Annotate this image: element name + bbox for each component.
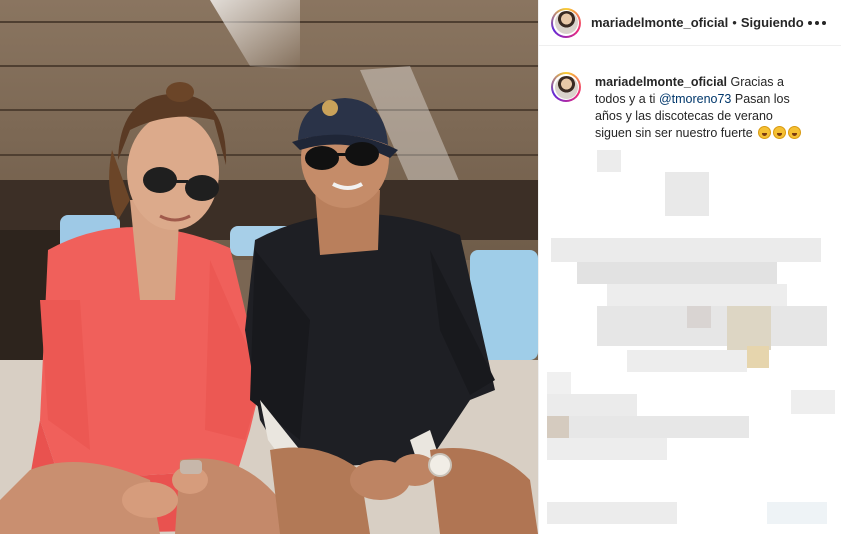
post-side-panel: mariadelmonte_oficial • Siguiendo mariad… xyxy=(538,0,841,534)
blur-block xyxy=(665,172,709,216)
profile-avatar[interactable] xyxy=(551,7,581,38)
dot-icon xyxy=(814,20,819,25)
avatar-image xyxy=(554,75,578,99)
blur-block xyxy=(607,284,787,306)
blur-block xyxy=(547,502,677,524)
caption-row: mariadelmonte_oficial Gracias a todos y … xyxy=(539,46,841,142)
blur-block xyxy=(577,262,777,284)
caption-mention[interactable]: @tmoreno73 xyxy=(659,92,731,106)
blur-block xyxy=(767,502,827,524)
pixelated-comments xyxy=(547,150,839,530)
blur-block xyxy=(547,372,571,394)
header-username[interactable]: mariadelmonte_oficial xyxy=(591,15,728,30)
photo-illustration xyxy=(0,0,538,534)
blur-block xyxy=(569,416,749,438)
blur-block xyxy=(747,346,769,368)
avatar-ring xyxy=(553,74,579,100)
blur-block xyxy=(791,390,835,414)
blur-block xyxy=(597,306,827,346)
blur-block xyxy=(597,150,621,172)
header-separator: • xyxy=(732,15,737,30)
caption-avatar[interactable] xyxy=(551,72,581,102)
grinning-sweat-emoji-icon xyxy=(758,126,772,139)
blur-block xyxy=(547,416,569,438)
blur-block xyxy=(627,350,747,372)
blur-block xyxy=(551,238,821,262)
more-options-icon[interactable] xyxy=(804,17,830,29)
caption-text: mariadelmonte_oficial Gracias a todos y … xyxy=(595,74,805,142)
blur-block xyxy=(547,394,637,416)
dot-icon xyxy=(807,20,812,25)
avatar-ring xyxy=(553,9,579,36)
post-header: mariadelmonte_oficial • Siguiendo xyxy=(539,0,841,46)
blur-block xyxy=(727,306,771,350)
blur-block xyxy=(687,306,711,328)
following-button[interactable]: Siguiendo xyxy=(741,15,804,30)
dot-icon xyxy=(821,20,826,25)
grinning-sweat-emoji-icon xyxy=(788,126,802,139)
blur-block xyxy=(547,438,667,460)
caption-username[interactable]: mariadelmonte_oficial xyxy=(595,75,727,89)
post-photo[interactable] xyxy=(0,0,538,534)
avatar-image xyxy=(554,11,578,34)
grinning-sweat-emoji-icon xyxy=(773,126,787,139)
